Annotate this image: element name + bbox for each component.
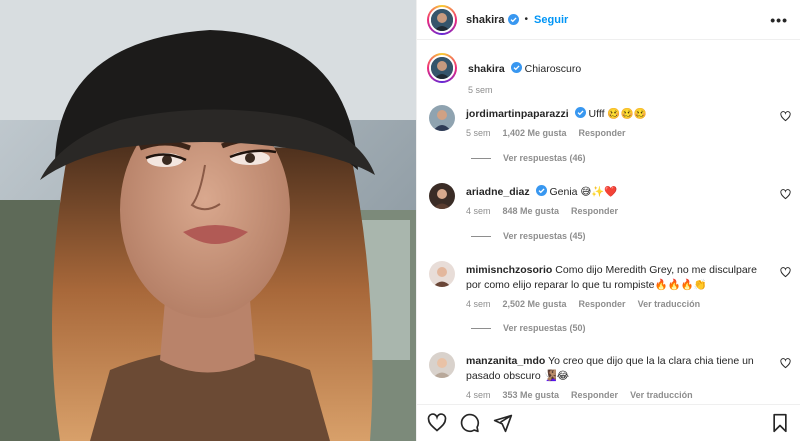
commenter-avatar[interactable]	[429, 261, 455, 287]
post-header: shakira • Seguir •••	[417, 0, 800, 40]
comment-time: 4 sem	[466, 206, 491, 216]
comment-item: ariadne_diaz Genia 😅✨❤️ 4 sem 848 Me gus…	[417, 183, 800, 216]
post-details-panel: shakira • Seguir ••• shakira Chiaroscuro…	[416, 0, 800, 441]
post-caption: shakira Chiaroscuro 5 sem	[417, 41, 800, 95]
heart-icon[interactable]	[427, 413, 447, 433]
reply-button[interactable]: Responder	[579, 299, 626, 309]
separator-dot: •	[524, 14, 529, 25]
comment-likes[interactable]: 1,402 Me gusta	[503, 128, 567, 138]
comment-text: Ufff 🥴🥴🥴	[588, 108, 647, 120]
comment-icon[interactable]	[460, 413, 480, 433]
verified-badge-icon	[535, 185, 547, 196]
caption-avatar[interactable]	[427, 53, 457, 83]
translate-button[interactable]: Ver traducción	[638, 299, 701, 309]
caption-time: 5 sem	[468, 85, 493, 95]
heart-icon[interactable]	[780, 189, 791, 200]
comment-username[interactable]: mimisnchzosorio	[466, 264, 552, 276]
caption-text: Chiaroscuro	[524, 63, 582, 75]
comment-item: manzanita_mdo Yo creo que dijo que la la…	[417, 352, 800, 400]
heart-icon[interactable]	[780, 358, 791, 369]
comment-likes[interactable]: 353 Me gusta	[503, 390, 560, 400]
comments-list[interactable]: shakira Chiaroscuro 5 sem jordimartinpap…	[417, 41, 800, 404]
selfie-image	[0, 0, 416, 441]
comment-username[interactable]: ariadne_diaz	[466, 186, 530, 198]
translate-button[interactable]: Ver traducción	[630, 390, 693, 400]
bookmark-icon[interactable]	[770, 413, 790, 433]
caption-username[interactable]: shakira	[468, 63, 505, 75]
share-icon[interactable]	[493, 413, 513, 433]
replies-line	[471, 157, 491, 159]
commenter-avatar[interactable]	[429, 105, 455, 131]
author-username[interactable]: shakira	[466, 14, 505, 26]
reply-button[interactable]: Responder	[571, 206, 618, 216]
comment-item: jordimartinpaparazzi Ufff 🥴🥴🥴 5 sem 1,40…	[417, 105, 800, 138]
heart-icon[interactable]	[780, 267, 791, 278]
view-replies-button[interactable]: Ver respuestas (45)	[471, 231, 586, 241]
heart-icon[interactable]	[780, 111, 791, 122]
comment-time: 5 sem	[466, 128, 491, 138]
post-photo[interactable]	[0, 0, 416, 441]
comment-likes[interactable]: 848 Me gusta	[503, 206, 560, 216]
comment-text: Genia 😅✨❤️	[549, 186, 618, 198]
comment-time: 4 sem	[466, 390, 491, 400]
comment-likes[interactable]: 2,502 Me gusta	[503, 299, 567, 309]
view-replies-button[interactable]: Ver respuestas (46)	[471, 153, 586, 163]
commenter-avatar[interactable]	[429, 183, 455, 209]
view-replies-label[interactable]: Ver respuestas (45)	[503, 231, 586, 241]
commenter-avatar[interactable]	[429, 352, 455, 378]
author-avatar[interactable]	[427, 4, 457, 35]
replies-line	[471, 327, 491, 329]
verified-badge-icon	[510, 62, 522, 73]
verified-badge-icon	[507, 14, 519, 25]
replies-line	[471, 235, 491, 237]
comment-username[interactable]: jordimartinpaparazzi	[466, 108, 569, 120]
comment-item: mimisnchzosorio Como dijo Meredith Grey,…	[417, 261, 800, 309]
view-replies-label[interactable]: Ver respuestas (50)	[503, 323, 586, 333]
view-replies-button[interactable]: Ver respuestas (50)	[471, 323, 586, 333]
follow-button[interactable]: Seguir	[534, 14, 568, 26]
post-actions-bar	[417, 404, 800, 441]
reply-button[interactable]: Responder	[579, 128, 626, 138]
reply-button[interactable]: Responder	[571, 390, 618, 400]
view-replies-label[interactable]: Ver respuestas (46)	[503, 153, 586, 163]
more-options-icon[interactable]: •••	[770, 12, 788, 28]
comment-username[interactable]: manzanita_mdo	[466, 355, 545, 367]
verified-badge-icon	[574, 107, 586, 118]
comment-time: 4 sem	[466, 299, 491, 309]
